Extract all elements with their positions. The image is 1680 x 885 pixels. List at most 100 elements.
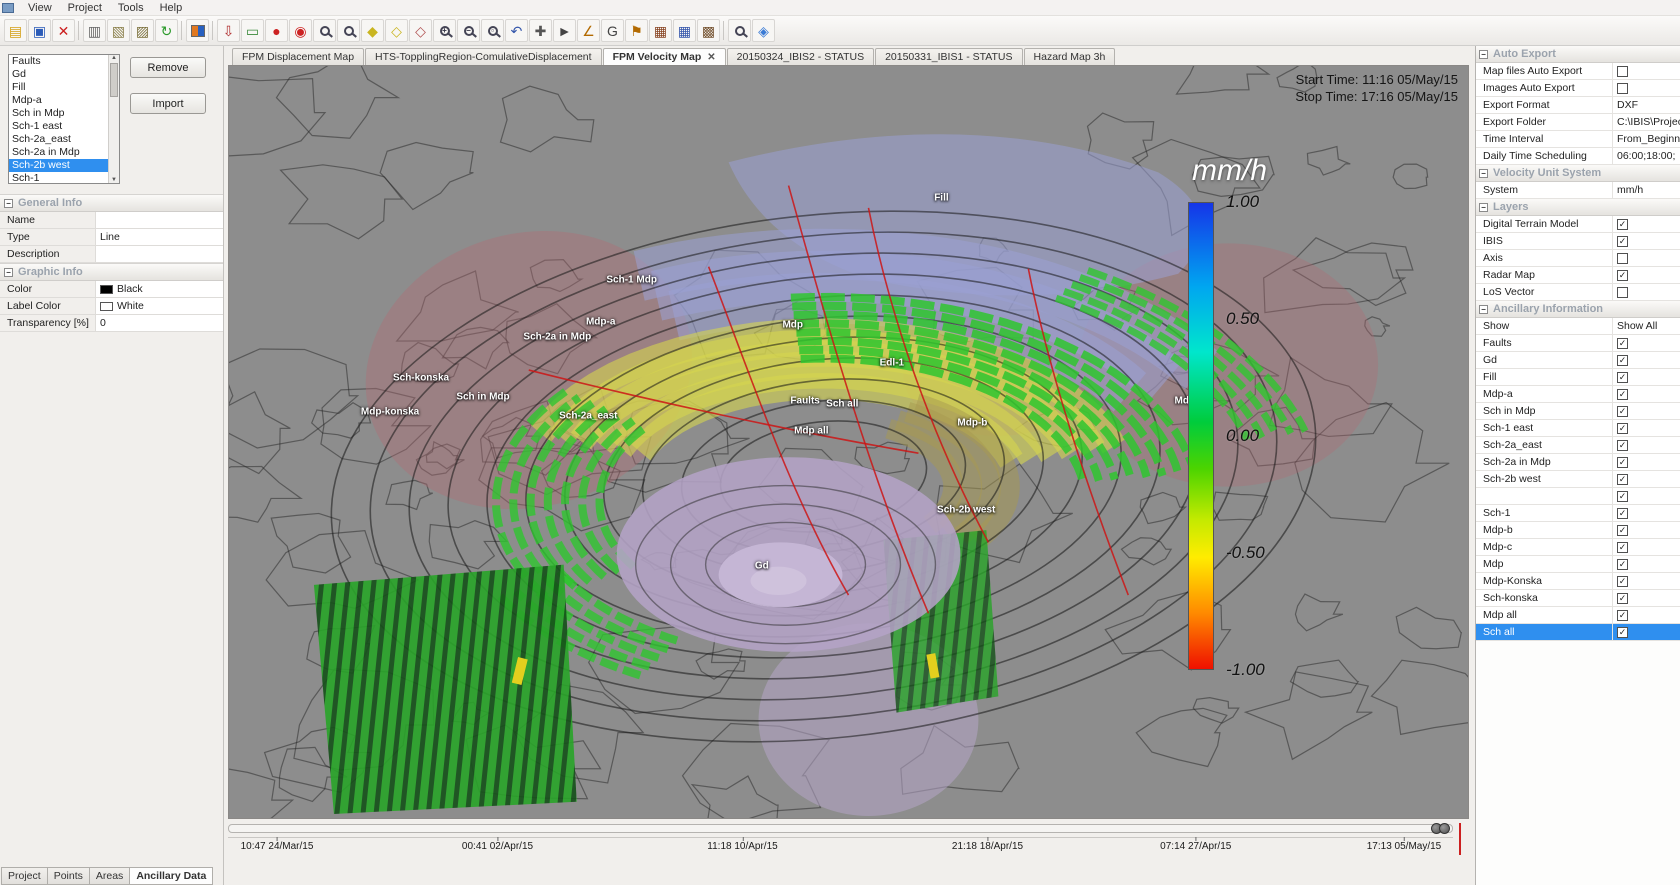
menu-view[interactable]: View bbox=[20, 2, 60, 14]
property-value[interactable] bbox=[96, 212, 223, 228]
general-info-header[interactable]: − General Info bbox=[0, 194, 223, 212]
checkbox-unchecked-icon[interactable] bbox=[1617, 287, 1628, 298]
left-tab-points[interactable]: Points bbox=[48, 867, 90, 885]
checkbox-checked-icon[interactable]: ✓ bbox=[1617, 270, 1628, 281]
setting-value[interactable]: DXF bbox=[1612, 97, 1680, 113]
checkbox-checked-icon[interactable]: ✓ bbox=[1617, 559, 1628, 570]
setting-row-mdp-all[interactable]: Mdp all✓ bbox=[1476, 607, 1680, 624]
property-value[interactable]: Black bbox=[96, 281, 223, 297]
tab-20150324-ibis2-status[interactable]: 20150324_IBIS2 - STATUS bbox=[727, 48, 874, 65]
setting-value[interactable]: ✓ bbox=[1612, 216, 1680, 232]
setting-row-sch-1[interactable]: Sch-1✓ bbox=[1476, 505, 1680, 522]
property-value[interactable]: White bbox=[96, 298, 223, 314]
property-value[interactable]: Line bbox=[96, 229, 223, 245]
section-header-layers[interactable]: −Layers bbox=[1476, 199, 1680, 216]
checkbox-checked-icon[interactable]: ✓ bbox=[1617, 338, 1628, 349]
checkbox-unchecked-icon[interactable] bbox=[1617, 83, 1628, 94]
setting-value[interactable]: ✓ bbox=[1612, 233, 1680, 249]
zoom-out-icon[interactable]: − bbox=[457, 19, 480, 42]
export-map-icon[interactable]: ⇩ bbox=[217, 19, 240, 42]
checkbox-checked-icon[interactable]: ✓ bbox=[1617, 389, 1628, 400]
setting-value[interactable]: ✓ bbox=[1612, 403, 1680, 419]
zoom-in-icon[interactable]: + bbox=[433, 19, 456, 42]
tab-fpm-displacement-map[interactable]: FPM Displacement Map bbox=[232, 48, 364, 65]
time-slider-handles[interactable] bbox=[1434, 823, 1450, 834]
setting-row-blank[interactable]: ✓ bbox=[1476, 488, 1680, 505]
setting-row-los-vector[interactable]: LoS Vector bbox=[1476, 284, 1680, 301]
remove-button[interactable]: Remove bbox=[130, 57, 206, 78]
setting-value[interactable] bbox=[1612, 250, 1680, 266]
setting-row-gd[interactable]: Gd✓ bbox=[1476, 352, 1680, 369]
checkbox-checked-icon[interactable]: ✓ bbox=[1617, 610, 1628, 621]
setting-row-faults[interactable]: Faults✓ bbox=[1476, 335, 1680, 352]
search-settings-icon[interactable] bbox=[728, 19, 751, 42]
collapse-icon[interactable]: − bbox=[1479, 305, 1488, 314]
tab-fpm-velocity-map[interactable]: FPM Velocity Map✕ bbox=[603, 48, 726, 65]
setting-row-radar-map[interactable]: Radar Map✓ bbox=[1476, 267, 1680, 284]
map-viewport[interactable]: Start Time: 11:16 05/May/15 Stop Time: 1… bbox=[228, 65, 1469, 819]
setting-row-fill[interactable]: Fill✓ bbox=[1476, 369, 1680, 386]
menu-project[interactable]: Project bbox=[60, 2, 110, 14]
setting-value[interactable] bbox=[1612, 80, 1680, 96]
setting-value[interactable]: ✓ bbox=[1612, 556, 1680, 572]
menu-tools[interactable]: Tools bbox=[110, 2, 152, 14]
setting-value[interactable]: ✓ bbox=[1612, 488, 1680, 504]
print-preview-icon[interactable]: ▥ bbox=[83, 19, 106, 42]
checkbox-checked-icon[interactable]: ✓ bbox=[1617, 355, 1628, 366]
setting-row-sch-in-mdp[interactable]: Sch in Mdp✓ bbox=[1476, 403, 1680, 420]
time-slider-handle-right[interactable] bbox=[1439, 823, 1450, 834]
setting-row-sch-2b-west[interactable]: Sch-2b west✓ bbox=[1476, 471, 1680, 488]
scrollbar-thumb[interactable] bbox=[110, 63, 118, 97]
setting-value[interactable] bbox=[1612, 63, 1680, 79]
compass-icon[interactable]: ◈ bbox=[752, 19, 775, 42]
setting-value[interactable]: ✓ bbox=[1612, 386, 1680, 402]
setting-value[interactable]: ✓ bbox=[1612, 522, 1680, 538]
setting-row-export-folder[interactable]: Export FolderC:\IBIS\Project bbox=[1476, 114, 1680, 131]
checkbox-unchecked-icon[interactable] bbox=[1617, 253, 1628, 264]
table-icon[interactable]: ▦ bbox=[673, 19, 696, 42]
open-project-icon[interactable]: ▤ bbox=[4, 19, 27, 42]
list-item-faults[interactable]: Faults bbox=[9, 55, 108, 68]
setting-row-mdp-a[interactable]: Mdp-a✓ bbox=[1476, 386, 1680, 403]
checkbox-checked-icon[interactable]: ✓ bbox=[1617, 576, 1628, 587]
checkbox-checked-icon[interactable]: ✓ bbox=[1617, 236, 1628, 247]
setting-value[interactable]: From_Beginn bbox=[1612, 131, 1680, 147]
left-tab-ancillary-data[interactable]: Ancillary Data bbox=[130, 867, 213, 885]
menu-help[interactable]: Help bbox=[152, 2, 191, 14]
list-item-fill[interactable]: Fill bbox=[9, 81, 108, 94]
play-icon[interactable]: ► bbox=[553, 19, 576, 42]
setting-row-time-interval[interactable]: Time IntervalFrom_Beginn bbox=[1476, 131, 1680, 148]
checkbox-unchecked-icon[interactable] bbox=[1617, 66, 1628, 77]
checkbox-checked-icon[interactable]: ✓ bbox=[1617, 593, 1628, 604]
checkbox-checked-icon[interactable]: ✓ bbox=[1617, 525, 1628, 536]
setting-row-show[interactable]: ShowShow All bbox=[1476, 318, 1680, 335]
setting-value[interactable]: ✓ bbox=[1612, 624, 1680, 640]
setting-value[interactable]: ✓ bbox=[1612, 352, 1680, 368]
property-value[interactable] bbox=[96, 246, 223, 262]
setting-row-sch-1-east[interactable]: Sch-1 east✓ bbox=[1476, 420, 1680, 437]
collapse-icon[interactable]: − bbox=[1479, 50, 1488, 59]
setting-value[interactable] bbox=[1612, 284, 1680, 300]
left-tab-project[interactable]: Project bbox=[1, 867, 48, 885]
setting-value[interactable]: ✓ bbox=[1612, 454, 1680, 470]
tab-hazard-map-3h[interactable]: Hazard Map 3h bbox=[1024, 48, 1116, 65]
list-item-sch-in-mdp[interactable]: Sch in Mdp bbox=[9, 107, 108, 120]
section-header-auto-export[interactable]: −Auto Export bbox=[1476, 46, 1680, 63]
setting-value[interactable]: ✓ bbox=[1612, 539, 1680, 555]
tab-20150331-ibis1-status[interactable]: 20150331_IBIS1 - STATUS bbox=[875, 48, 1022, 65]
ancillary-layer-listbox[interactable]: FaultsGdFillMdp-aSch in MdpSch-1 eastSch… bbox=[8, 54, 120, 184]
close-icon[interactable]: ✕ bbox=[52, 19, 75, 42]
remove-pin-icon[interactable]: ◉ bbox=[289, 19, 312, 42]
checkbox-checked-icon[interactable]: ✓ bbox=[1617, 457, 1628, 468]
setting-row-axis[interactable]: Axis bbox=[1476, 250, 1680, 267]
save-icon[interactable]: ▣ bbox=[28, 19, 51, 42]
paste-icon[interactable]: ▨ bbox=[131, 19, 154, 42]
setting-row-digital-terrain-model[interactable]: Digital Terrain Model✓ bbox=[1476, 216, 1680, 233]
setting-value[interactable]: Show All bbox=[1612, 318, 1680, 334]
setting-row-ibis[interactable]: IBIS✓ bbox=[1476, 233, 1680, 250]
left-tab-areas[interactable]: Areas bbox=[90, 867, 130, 885]
section-header-ancillary-information[interactable]: −Ancillary Information bbox=[1476, 301, 1680, 318]
listbox-scrollbar[interactable]: ▲▼ bbox=[108, 55, 119, 183]
import-button[interactable]: Import bbox=[130, 93, 206, 114]
timeline[interactable]: 10:47 24/Mar/1500:41 02/Apr/1511:18 10/A… bbox=[228, 823, 1469, 859]
